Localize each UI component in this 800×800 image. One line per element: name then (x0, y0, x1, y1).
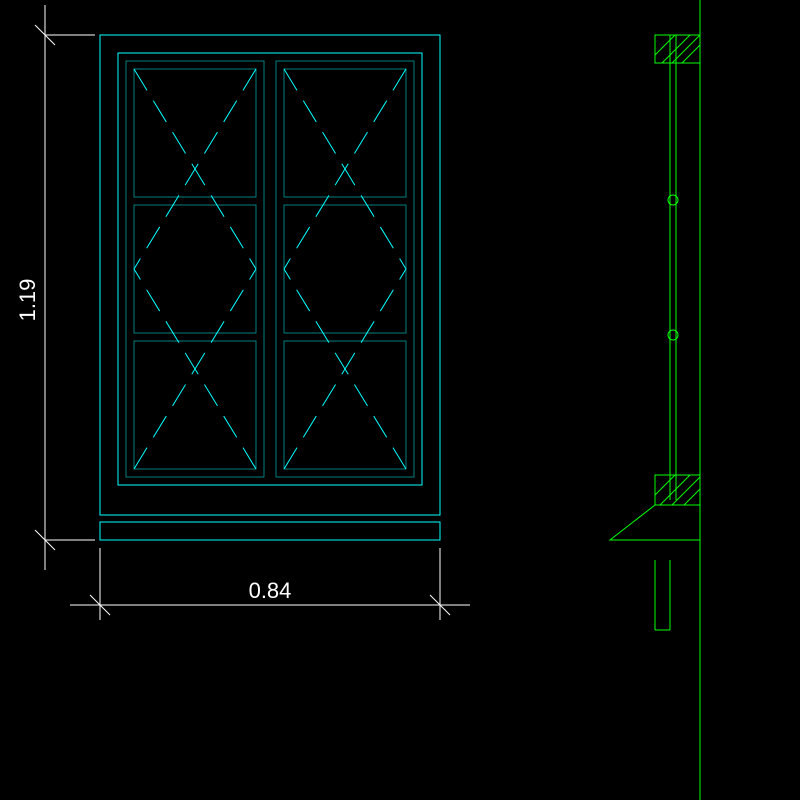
pane-l2 (134, 205, 256, 333)
window-sill (100, 522, 440, 540)
opening-direction-marks (134, 69, 406, 469)
pane-r1 (284, 69, 406, 197)
section-view (610, 0, 700, 800)
dim-width-text: 0.84 (249, 578, 292, 603)
pane-r2 (284, 205, 406, 333)
outer-frame (100, 35, 440, 515)
dimension-vertical: 1.19 (15, 5, 95, 570)
pane-l1 (134, 69, 256, 197)
left-sash (126, 61, 264, 477)
section-sill (610, 475, 700, 630)
right-sash (276, 61, 414, 477)
elevation-view (100, 35, 440, 540)
dim-height-text: 1.19 (15, 279, 40, 322)
dimension-horizontal: 0.84 (70, 548, 470, 620)
section-head (655, 35, 700, 63)
pane-r3 (284, 341, 406, 469)
pane-l3 (134, 341, 256, 469)
cad-drawing: 1.19 0.84 (0, 0, 800, 800)
